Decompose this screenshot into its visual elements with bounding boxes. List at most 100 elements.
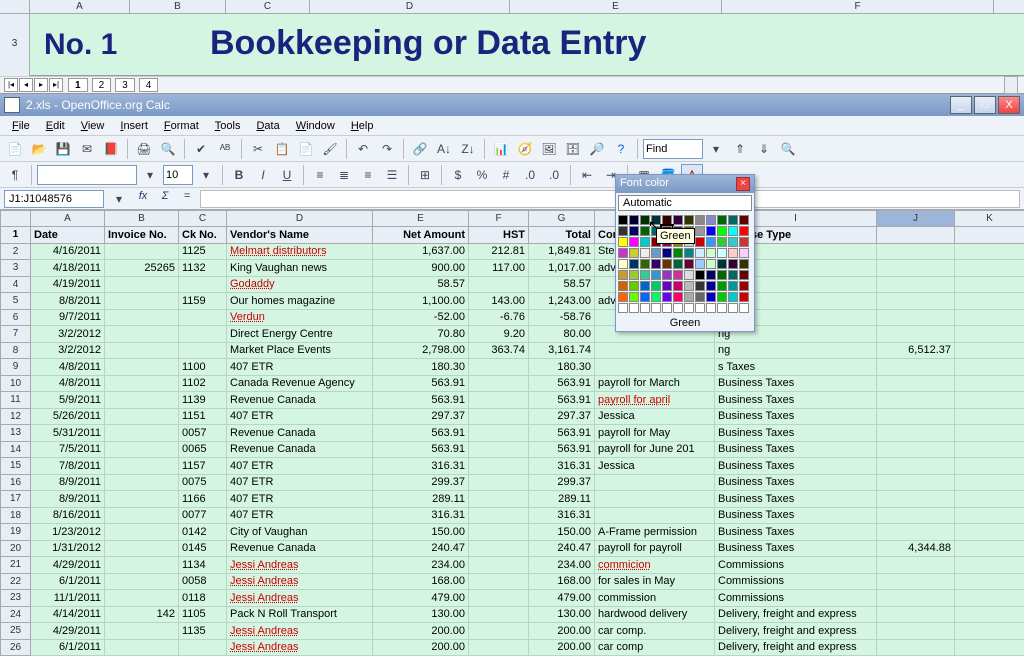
row-header[interactable]: 17 xyxy=(1,491,31,508)
color-swatch[interactable] xyxy=(739,226,749,236)
color-swatch[interactable] xyxy=(629,292,639,302)
menu-insert[interactable]: Insert xyxy=(112,118,156,134)
color-swatch[interactable] xyxy=(706,259,716,269)
color-swatch[interactable] xyxy=(629,270,639,280)
table-row[interactable]: 125/26/20111151407 ETR297.37297.37Jessic… xyxy=(1,408,1024,425)
menu-window[interactable]: Window xyxy=(288,118,343,134)
table-row[interactable]: 214/29/20111134Jessi Andreas234.00234.00… xyxy=(1,557,1024,574)
gallery-icon[interactable]: 🖼 xyxy=(538,138,560,160)
find-dialog-icon[interactable]: 🔍 xyxy=(777,138,799,160)
save-icon[interactable]: 💾 xyxy=(52,138,74,160)
find-dropdown-icon[interactable]: ▾ xyxy=(705,138,727,160)
popup-close-button[interactable]: × xyxy=(736,177,750,191)
equals-icon[interactable]: = xyxy=(178,190,196,208)
table-row[interactable]: 44/19/2011Godaddy58.5758.57ng xyxy=(1,276,1024,293)
row-header[interactable]: 21 xyxy=(1,557,31,574)
table-row[interactable]: 168/9/20110075407 ETR299.37299.37Busines… xyxy=(1,474,1024,491)
sort-desc-icon[interactable]: Z↓ xyxy=(457,138,479,160)
row-header[interactable]: 10 xyxy=(1,375,31,392)
row-header[interactable]: 4 xyxy=(1,276,31,293)
row-header[interactable]: 11 xyxy=(1,392,31,409)
color-swatch[interactable] xyxy=(640,215,650,225)
color-swatch[interactable] xyxy=(706,281,716,291)
nav-prev-icon[interactable]: ◂ xyxy=(19,78,33,92)
styles-icon[interactable]: ¶ xyxy=(4,164,26,186)
color-swatch[interactable] xyxy=(651,248,661,258)
menu-file[interactable]: File xyxy=(4,118,38,134)
find-prev-icon[interactable]: ⇑ xyxy=(729,138,751,160)
color-swatch[interactable] xyxy=(695,248,705,258)
menu-view[interactable]: View xyxy=(73,118,113,134)
table-row[interactable]: 157/8/20111157407 ETR316.31316.31Jessica… xyxy=(1,458,1024,475)
color-swatch[interactable] xyxy=(629,303,639,313)
color-swatch[interactable] xyxy=(706,270,716,280)
table-row[interactable]: 104/8/20111102Canada Revenue Agency563.9… xyxy=(1,375,1024,392)
align-center-icon[interactable]: ≣ xyxy=(333,164,355,186)
color-swatch[interactable] xyxy=(618,281,628,291)
table-row[interactable]: 73/2/2012Direct Energy Centre70.809.2080… xyxy=(1,326,1024,343)
color-swatch[interactable] xyxy=(651,270,661,280)
color-swatch[interactable] xyxy=(695,237,705,247)
paste-icon[interactable]: 📄 xyxy=(295,138,317,160)
table-row[interactable]: 188/16/20110077407 ETR316.31316.31Busine… xyxy=(1,507,1024,524)
sheet-tab-1[interactable]: 1 xyxy=(68,78,88,92)
color-swatch[interactable] xyxy=(706,237,716,247)
color-swatch[interactable] xyxy=(706,248,716,258)
table-row[interactable]: 226/1/20110058Jessi Andreas168.00168.00f… xyxy=(1,573,1024,590)
table-row[interactable]: 58/8/20111159Our homes magazine1,100.001… xyxy=(1,293,1024,310)
formula-input[interactable] xyxy=(200,190,1020,208)
color-swatch[interactable] xyxy=(728,281,738,291)
cell-reference-input[interactable] xyxy=(4,190,104,208)
color-swatch[interactable] xyxy=(728,292,738,302)
color-swatch[interactable] xyxy=(706,303,716,313)
color-swatch[interactable] xyxy=(695,292,705,302)
color-swatch[interactable] xyxy=(662,270,672,280)
table-row[interactable]: 254/29/20111135Jessi Andreas200.00200.00… xyxy=(1,623,1024,640)
color-swatch[interactable] xyxy=(662,281,672,291)
remove-decimal-icon[interactable]: .0 xyxy=(543,164,565,186)
color-swatch[interactable] xyxy=(739,215,749,225)
help-icon[interactable]: ? xyxy=(610,138,632,160)
table-row[interactable]: 2311/1/20110118Jessi Andreas479.00479.00… xyxy=(1,590,1024,607)
col-header-J[interactable]: J xyxy=(877,211,955,227)
color-swatch[interactable] xyxy=(618,248,628,258)
row-header[interactable]: 18 xyxy=(1,507,31,524)
color-swatch[interactable] xyxy=(739,292,749,302)
font-size-dropdown-icon[interactable]: ▾ xyxy=(195,164,217,186)
row-header[interactable]: 12 xyxy=(1,408,31,425)
autocheck-icon[interactable]: ᴬᴮ xyxy=(214,138,236,160)
color-swatch[interactable] xyxy=(717,303,727,313)
decrease-indent-icon[interactable]: ⇤ xyxy=(576,164,598,186)
col-header-K[interactable]: K xyxy=(955,211,1024,227)
color-swatch[interactable] xyxy=(651,259,661,269)
row-header[interactable]: 16 xyxy=(1,474,31,491)
row-header[interactable]: 3 xyxy=(1,260,31,277)
table-row[interactable]: 24/16/20111125Melmart distributors1,637.… xyxy=(1,243,1024,260)
color-swatch[interactable] xyxy=(629,259,639,269)
col-header-D[interactable]: D xyxy=(227,211,373,227)
zoom-icon[interactable]: 🔎 xyxy=(586,138,608,160)
color-swatch[interactable] xyxy=(618,237,628,247)
color-swatch[interactable] xyxy=(695,259,705,269)
pdf-icon[interactable]: 📕 xyxy=(100,138,122,160)
color-swatch[interactable] xyxy=(728,270,738,280)
color-swatch[interactable] xyxy=(728,248,738,258)
cellref-dropdown-icon[interactable]: ▾ xyxy=(108,188,130,210)
font-size-combo[interactable] xyxy=(163,165,193,185)
color-swatch[interactable] xyxy=(662,303,672,313)
color-swatch[interactable] xyxy=(651,281,661,291)
font-name-combo[interactable] xyxy=(37,165,137,185)
color-swatch[interactable] xyxy=(717,215,727,225)
color-swatch[interactable] xyxy=(640,303,650,313)
nav-next-icon[interactable]: ▸ xyxy=(34,78,48,92)
color-swatch[interactable] xyxy=(640,226,650,236)
nav-last-icon[interactable]: ▸| xyxy=(49,78,63,92)
hyperlink-icon[interactable]: 🔗 xyxy=(409,138,431,160)
redo-icon[interactable]: ↷ xyxy=(376,138,398,160)
row-header[interactable]: 9 xyxy=(1,359,31,376)
row-header[interactable]: 7 xyxy=(1,326,31,343)
function-wizard-icon[interactable]: fx xyxy=(134,190,152,208)
color-swatch[interactable] xyxy=(739,237,749,247)
color-swatch[interactable] xyxy=(629,281,639,291)
align-left-icon[interactable]: ≡ xyxy=(309,164,331,186)
